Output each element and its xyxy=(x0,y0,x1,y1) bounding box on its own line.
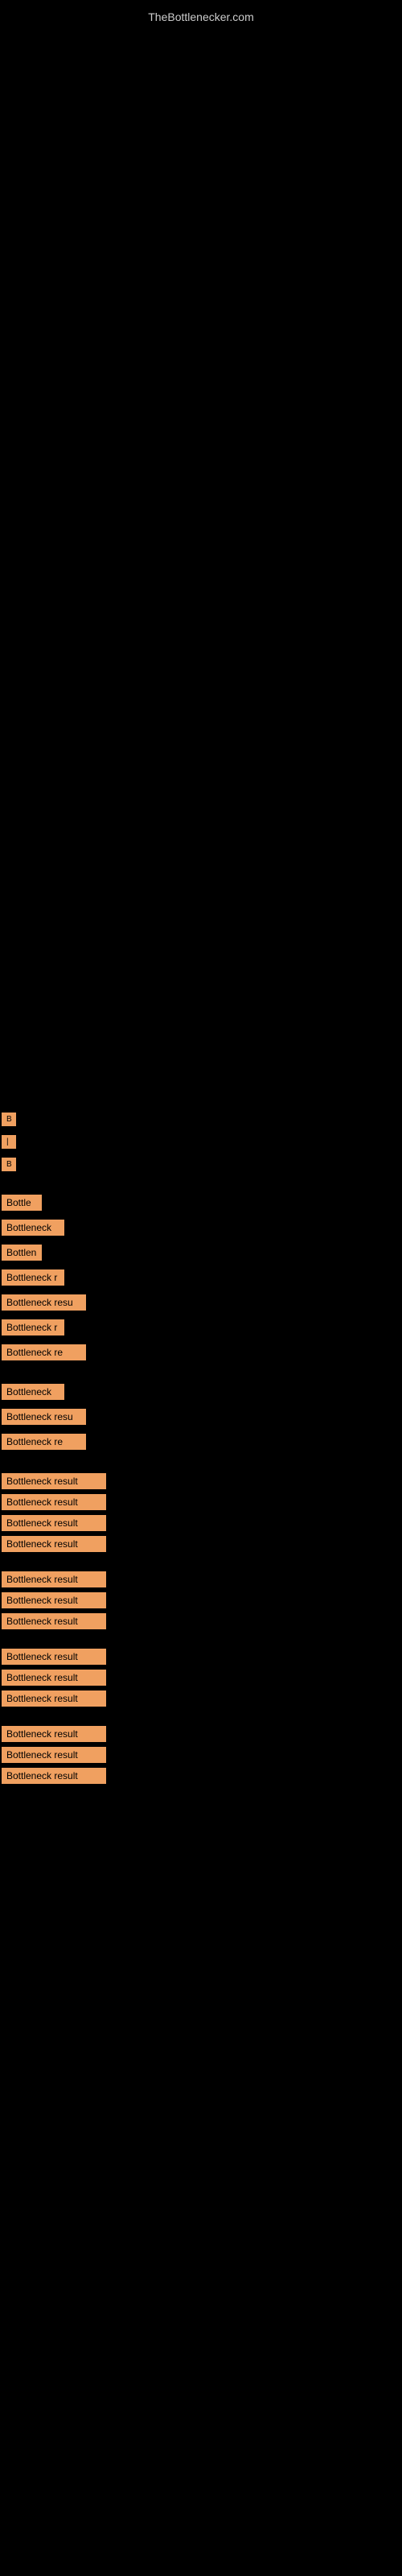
bottleneck-label: Bottlen xyxy=(2,1245,42,1261)
bottleneck-label: Bottleneck xyxy=(2,1220,64,1236)
bottleneck-item: Bottleneck result xyxy=(0,1647,402,1666)
bottleneck-item: Bottleneck result xyxy=(0,1612,402,1631)
bottleneck-item: Bottleneck r xyxy=(0,1268,402,1291)
bottleneck-label: Bottleneck result xyxy=(2,1690,106,1707)
bottleneck-item: B xyxy=(0,1111,402,1132)
bottleneck-item: Bottleneck result xyxy=(0,1492,402,1512)
bottleneck-item: Bottleneck result xyxy=(0,1513,402,1533)
bottleneck-label: B xyxy=(2,1158,16,1171)
site-title: TheBottlenecker.com xyxy=(0,4,402,30)
bottleneck-item: Bottleneck result xyxy=(0,1745,402,1765)
bottleneck-item: Bottleneck result xyxy=(0,1766,402,1785)
bottleneck-label: Bottleneck result xyxy=(2,1768,106,1784)
bottleneck-item: Bottleneck result xyxy=(0,1689,402,1708)
bottleneck-label: Bottleneck re xyxy=(2,1434,86,1450)
bottleneck-label: Bottleneck result xyxy=(2,1613,106,1629)
bottleneck-item: Bottleneck result xyxy=(0,1472,402,1491)
bottleneck-label: Bottleneck result xyxy=(2,1649,106,1665)
bottleneck-item: Bottlen xyxy=(0,1243,402,1266)
bottleneck-item: Bottle xyxy=(0,1193,402,1216)
bottleneck-label: Bottleneck result xyxy=(2,1571,106,1587)
bottleneck-label: Bottleneck result xyxy=(2,1726,106,1742)
bottleneck-label: Bottleneck resu xyxy=(2,1409,86,1425)
bottleneck-label: Bottleneck xyxy=(2,1384,64,1400)
bottleneck-item: Bottleneck result xyxy=(0,1724,402,1744)
bottleneck-list: B | B Bottle Bottleneck Bottlen Bottleneck r Bo… xyxy=(0,1111,402,1787)
bottleneck-label: Bottleneck result xyxy=(2,1494,106,1510)
bottleneck-item: Bottleneck result xyxy=(0,1591,402,1610)
bottleneck-label: Bottleneck result xyxy=(2,1473,106,1489)
bottleneck-label: Bottleneck r xyxy=(2,1319,64,1335)
bottleneck-item: Bottleneck result xyxy=(0,1570,402,1589)
bottleneck-label: Bottleneck re xyxy=(2,1344,86,1360)
bottleneck-label: Bottleneck result xyxy=(2,1515,106,1531)
bottleneck-item: Bottleneck result xyxy=(0,1534,402,1554)
bottleneck-label: Bottle xyxy=(2,1195,42,1211)
bottleneck-label: Bottleneck result xyxy=(2,1747,106,1763)
bottleneck-label: Bottleneck resu xyxy=(2,1294,86,1311)
bottleneck-item: Bottleneck re xyxy=(0,1343,402,1366)
bottleneck-item: | xyxy=(0,1133,402,1154)
bottleneck-item: Bottleneck re xyxy=(0,1432,402,1455)
bottleneck-item: Bottleneck xyxy=(0,1382,402,1406)
bottleneck-item: Bottleneck r xyxy=(0,1318,402,1341)
bottleneck-item: Bottleneck resu xyxy=(0,1407,402,1430)
bottleneck-label: Bottleneck r xyxy=(2,1269,64,1286)
bottleneck-item: Bottleneck resu xyxy=(0,1293,402,1316)
bottleneck-label: Bottleneck result xyxy=(2,1536,106,1552)
bottleneck-label: B xyxy=(2,1113,16,1126)
bottleneck-item: B xyxy=(0,1156,402,1177)
bottleneck-label: Bottleneck result xyxy=(2,1670,106,1686)
bottleneck-label: | xyxy=(2,1135,16,1149)
bottleneck-item: Bottleneck xyxy=(0,1218,402,1241)
bottleneck-item: Bottleneck result xyxy=(0,1668,402,1687)
bottleneck-label: Bottleneck result xyxy=(2,1592,106,1608)
